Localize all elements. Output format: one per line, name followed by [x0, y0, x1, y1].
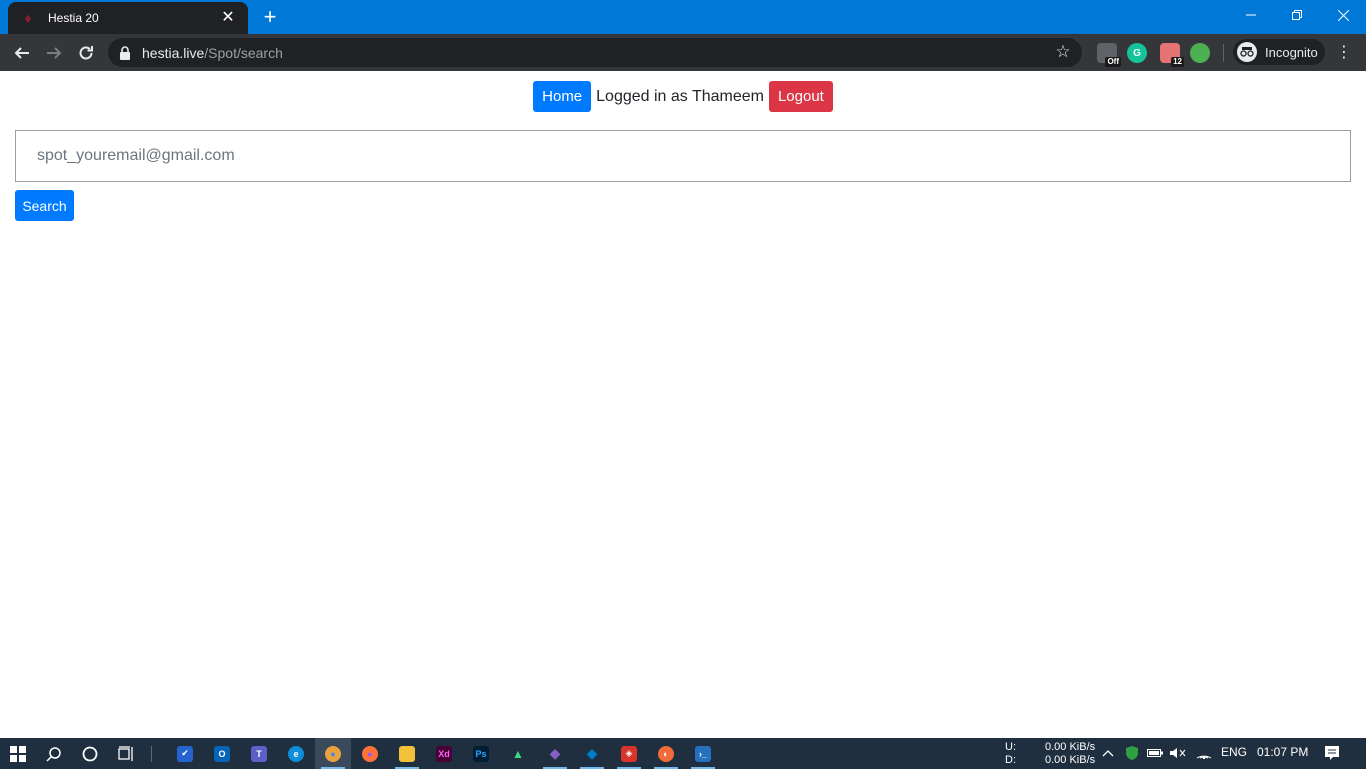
red-app[interactable]: ◈: [611, 738, 647, 769]
close-window-button[interactable]: [1320, 0, 1366, 30]
home-button[interactable]: Home: [533, 81, 592, 112]
powershell-app[interactable]: ›_: [685, 738, 721, 769]
search-input[interactable]: [15, 130, 1351, 182]
vs-code-app[interactable]: ◆: [574, 738, 610, 769]
address-bar[interactable]: hestia.live/Spot/search ☆: [108, 38, 1082, 67]
photoshop-app[interactable]: Ps: [463, 738, 499, 769]
adobe-xd-icon: Xd: [436, 745, 452, 762]
tab-title: Hestia 20: [48, 11, 99, 25]
orange-app[interactable]: ◐: [648, 738, 684, 769]
browser-menu-icon[interactable]: ⋮: [1336, 42, 1352, 64]
back-arrow-icon: [14, 47, 29, 59]
task-view-button[interactable]: [108, 738, 144, 769]
cortana-icon: [82, 746, 98, 761]
visual-studio-app[interactable]: ◆: [537, 738, 573, 769]
windows-logo-icon: [10, 745, 26, 762]
volume-muted-icon[interactable]: [1170, 745, 1186, 761]
shield-icon[interactable]: [1124, 745, 1140, 761]
todo-app[interactable]: ✔: [167, 738, 203, 769]
net-download-label: D:: [1005, 754, 1016, 766]
extension-badge: Off: [1105, 57, 1121, 67]
tray-chevron-icon[interactable]: [1100, 745, 1116, 761]
taskbar-search-button[interactable]: [36, 738, 72, 769]
notification-center-icon[interactable]: [1324, 745, 1340, 761]
vs-code-icon: ◆: [584, 745, 600, 762]
search-button[interactable]: Search: [15, 190, 74, 221]
page-content: Home Logged in as Thameem Logout Search: [0, 71, 1366, 738]
incognito-icon: [1237, 42, 1257, 62]
outlook-icon: O: [214, 745, 230, 762]
new-tab-button[interactable]: +: [258, 6, 282, 28]
edge-icon: e: [288, 745, 304, 762]
android-studio-app[interactable]: ▲: [500, 738, 536, 769]
browser-toolbar: hestia.live/Spot/search ☆ Off G 12 Incog…: [0, 34, 1366, 71]
reload-button[interactable]: [72, 39, 100, 67]
url-path: /Spot/search: [204, 44, 283, 61]
url-text: hestia.live/Spot/search: [142, 45, 283, 61]
cortana-button[interactable]: [72, 738, 108, 769]
tab-close-icon[interactable]: ✕: [220, 10, 236, 26]
net-download-value: 0.00 KiB/s: [1045, 754, 1096, 766]
minimize-button[interactable]: [1228, 0, 1274, 30]
net-upload-value: 0.00 KiB/s: [1045, 741, 1096, 753]
task-view-icon: [118, 745, 133, 761]
clock[interactable]: 01:07 PM: [1257, 746, 1308, 759]
incognito-label: Incognito: [1265, 44, 1318, 60]
todo-icon: ✔: [177, 745, 193, 762]
language-indicator[interactable]: ENG: [1221, 746, 1247, 759]
folder-icon: ▬: [399, 745, 415, 762]
color-extension-icon[interactable]: [1190, 43, 1210, 63]
battery-icon[interactable]: [1147, 745, 1163, 761]
start-button[interactable]: [0, 738, 36, 769]
restore-button[interactable]: [1274, 0, 1320, 30]
close-icon: [1337, 9, 1349, 21]
windows-taskbar: ✔ O T e ● ● ▬ Xd Ps ▲ ◆ ◆ ◈ ◐ ›_ U: D: 0…: [0, 738, 1366, 769]
page-nav: Home Logged in as Thameem Logout: [0, 81, 1366, 112]
extension-badge: 12: [1171, 57, 1184, 67]
edge-app[interactable]: e: [278, 738, 314, 769]
net-upload-label: U:: [1005, 741, 1016, 753]
powershell-icon: ›_: [695, 745, 711, 762]
reload-icon: [79, 46, 93, 60]
forward-button[interactable]: [40, 39, 68, 67]
extension-12-icon[interactable]: 12: [1160, 43, 1184, 67]
hestia-favicon-icon: ♦: [24, 10, 32, 26]
teams-app[interactable]: T: [241, 738, 277, 769]
logout-button[interactable]: Logout: [768, 81, 833, 112]
browser-tab[interactable]: ♦ Hestia 20 ✕: [8, 2, 248, 34]
off-extension-icon[interactable]: Off: [1097, 43, 1121, 67]
url-host: hestia.live: [142, 44, 205, 61]
grammarly-icon[interactable]: G: [1127, 43, 1147, 63]
chrome-app[interactable]: ●: [315, 738, 351, 769]
firefox-icon: ●: [362, 745, 378, 762]
minimize-icon: [1246, 14, 1256, 16]
lock-icon: [120, 45, 130, 60]
forward-arrow-icon: [47, 47, 62, 59]
chrome-icon: ●: [325, 745, 341, 762]
teams-icon: T: [251, 745, 267, 762]
outlook-app[interactable]: O: [204, 738, 240, 769]
logged-in-text: Logged in as Thameem: [596, 87, 764, 105]
bookmark-star-icon[interactable]: ☆: [1054, 43, 1072, 61]
firefox-app[interactable]: ●: [352, 738, 388, 769]
photoshop-icon: Ps: [473, 745, 489, 762]
orange-app-icon: ◐: [658, 745, 674, 762]
restore-icon: [1292, 10, 1302, 20]
search-icon: [46, 746, 61, 762]
file-explorer-app[interactable]: ▬: [389, 738, 425, 769]
android-studio-icon: ▲: [510, 745, 526, 762]
adobe-xd-app[interactable]: Xd: [426, 738, 462, 769]
wifi-icon[interactable]: [1196, 745, 1212, 761]
toolbar-separator: [1223, 44, 1224, 62]
taskbar-separator: [151, 746, 152, 762]
visual-studio-icon: ◆: [547, 745, 563, 762]
browser-title-bar: ♦ Hestia 20 ✕ +: [0, 0, 1366, 34]
red-app-icon: ◈: [621, 745, 637, 762]
back-button[interactable]: [8, 39, 36, 67]
incognito-indicator[interactable]: Incognito: [1233, 39, 1325, 65]
